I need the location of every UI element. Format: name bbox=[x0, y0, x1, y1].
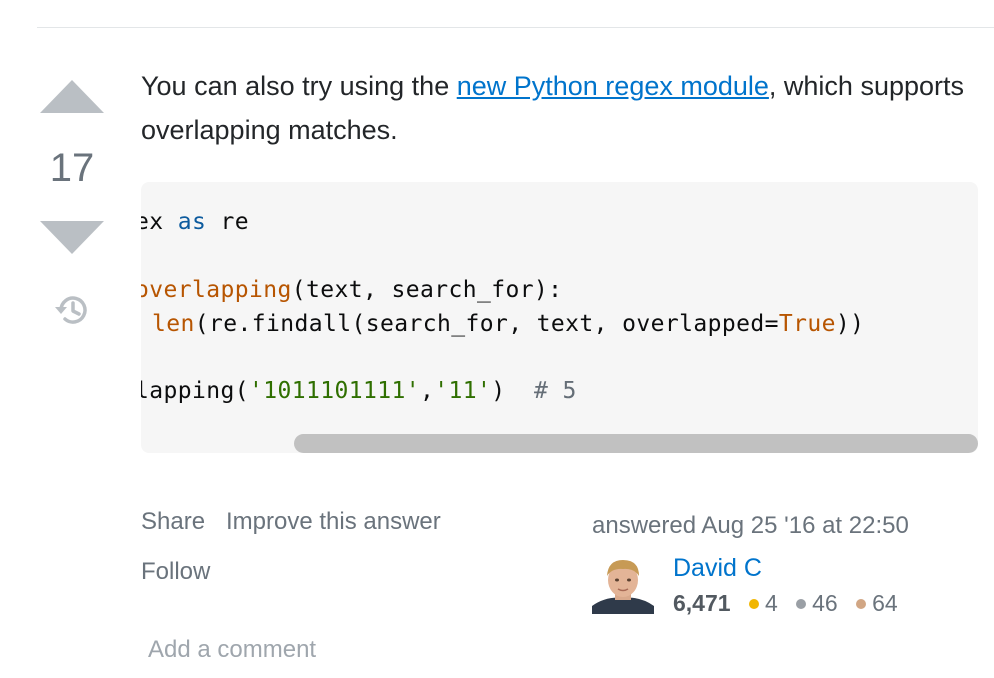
gold-badges: 4 bbox=[745, 590, 778, 616]
user-name-link[interactable]: David C bbox=[673, 554, 762, 583]
answer-text-before: You can also try using the bbox=[141, 71, 457, 101]
history-icon[interactable] bbox=[52, 290, 92, 330]
upvote-arrow-icon[interactable] bbox=[40, 80, 104, 113]
code-line-1: ex as re bbox=[141, 209, 249, 235]
downvote-arrow-icon[interactable] bbox=[40, 221, 104, 254]
code-block: ex as re overlapping(text, search_for): … bbox=[141, 182, 978, 453]
bronze-badges: 64 bbox=[852, 590, 898, 616]
answer-body: You can also try using the new Python re… bbox=[141, 64, 971, 152]
user-stats: 6,471 4 46 64 bbox=[673, 590, 906, 617]
silver-badges: 46 bbox=[792, 590, 838, 616]
code-horizontal-scrollbar[interactable] bbox=[294, 434, 978, 453]
improve-answer-link[interactable]: Improve this answer bbox=[226, 508, 441, 536]
code-line-2: overlapping(text, search_for): bbox=[141, 277, 563, 303]
add-comment-link[interactable]: Add a comment bbox=[148, 636, 316, 664]
avatar[interactable] bbox=[592, 552, 654, 614]
answered-timestamp: answered Aug 25 '16 at 22:50 bbox=[592, 512, 909, 539]
silver-badge-icon bbox=[796, 598, 807, 609]
bronze-badge-icon bbox=[856, 598, 867, 609]
follow-link[interactable]: Follow bbox=[141, 558, 210, 586]
vote-count: 17 bbox=[49, 146, 95, 190]
user-card: answered Aug 25 '16 at 22:50 David C 6,4… bbox=[592, 512, 994, 622]
code-line-3: len(re.findall(search_for, text, overlap… bbox=[152, 311, 865, 337]
share-link[interactable]: Share bbox=[141, 508, 205, 536]
gold-badge-icon bbox=[748, 598, 759, 609]
code-line-4: lapping('1011101111','11') # 5 bbox=[141, 378, 577, 404]
reputation-score: 6,471 bbox=[673, 590, 731, 616]
regex-module-link[interactable]: new Python regex module bbox=[457, 71, 769, 101]
top-divider bbox=[37, 27, 994, 28]
